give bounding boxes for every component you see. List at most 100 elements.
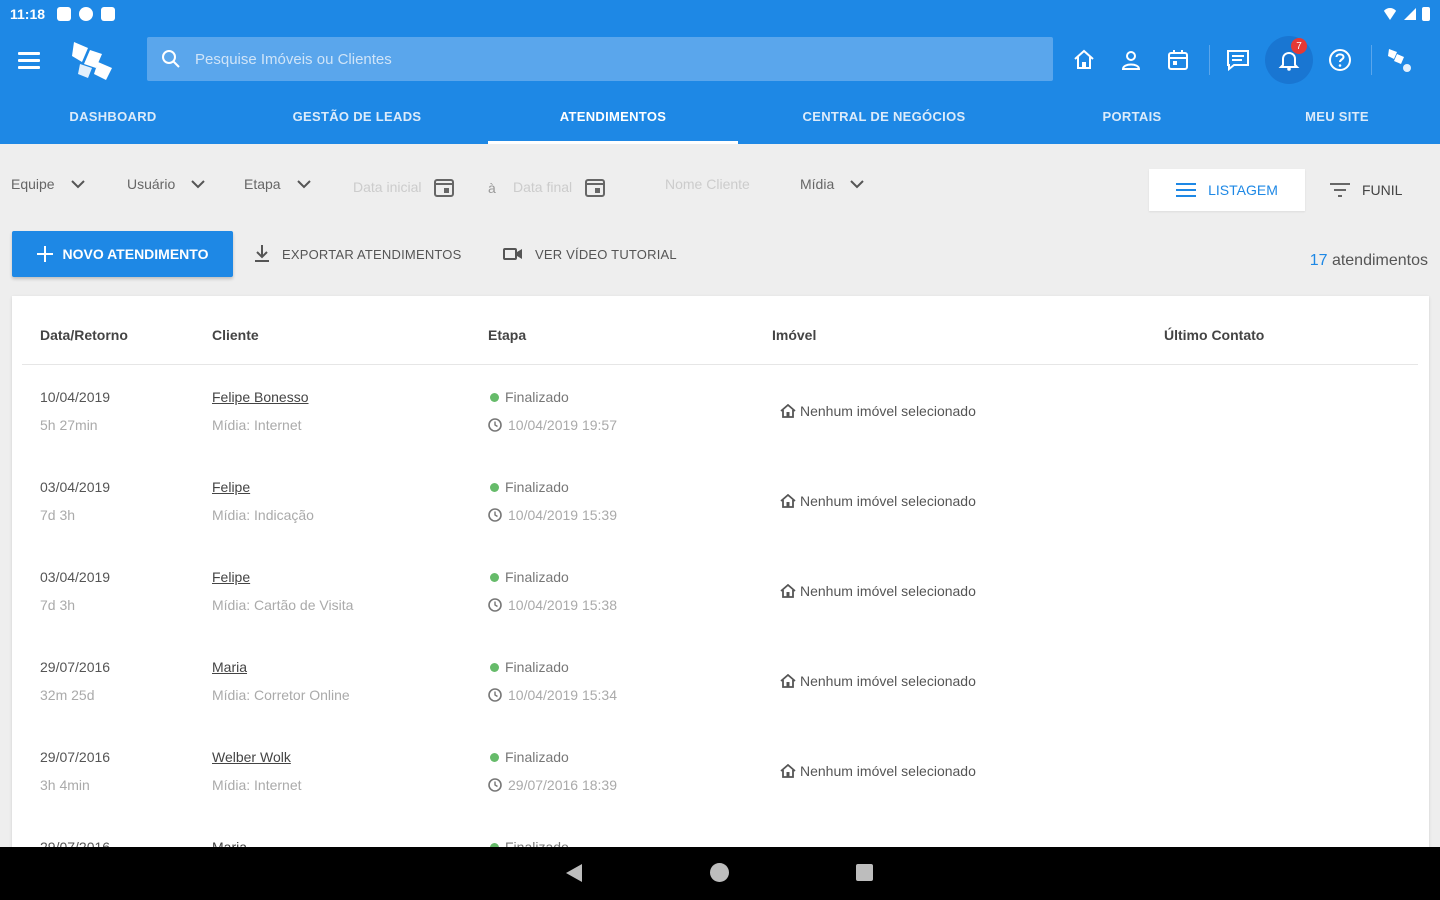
row-timestamp: 10/04/2019 15:34: [488, 687, 617, 703]
table-row[interactable]: 03/04/2019 7d 3h Felipe Mídia: Indicação Fin…: [22, 456, 1418, 546]
row-client-link[interactable]: Maria: [212, 659, 247, 675]
row-timestamp: 29/07/2016 18:39: [488, 777, 617, 793]
recent-apps-icon[interactable]: [856, 864, 873, 881]
video-camera-icon: [503, 248, 522, 260]
status-dot-icon: [490, 482, 499, 492]
table-row[interactable]: 29/07/2016 3h 4min Welber Wolk Mídia: Inter…: [22, 726, 1418, 816]
table-header: Data/Retorno Cliente Etapa Imóvel Último…: [22, 296, 1418, 365]
app-status-icon: [79, 7, 94, 21]
calendar-icon[interactable]: [1158, 40, 1198, 80]
tab-gestao-de-leads[interactable]: GESTÃO DE LEADS: [226, 88, 488, 144]
row-timestamp-label: 29/07/2016 18:39: [508, 777, 617, 793]
funil-toggle[interactable]: FUNIL: [1318, 169, 1414, 211]
data-final-placeholder: Data final: [513, 179, 573, 195]
chevron-down-icon: [70, 179, 85, 188]
status-dot-icon: [490, 392, 499, 402]
novo-atendimento-button[interactable]: NOVO ATENDIMENTO: [12, 231, 233, 277]
row-client-link[interactable]: Felipe Bonesso: [212, 389, 309, 405]
search-input[interactable]: [195, 50, 995, 68]
header-etapa[interactable]: Etapa: [488, 327, 526, 343]
chat-icon[interactable]: [1218, 40, 1258, 80]
download-icon: [255, 245, 269, 262]
tab-meu-site[interactable]: MEU SITE: [1234, 88, 1440, 144]
header-cliente[interactable]: Cliente: [212, 327, 259, 343]
search-bar: [147, 37, 1053, 81]
row-imovel[interactable]: Nenhum imóvel selecionado: [780, 763, 976, 779]
table-row[interactable]: 10/04/2019 5h 27min Felipe Bonesso Mídia: I…: [22, 366, 1418, 456]
row-client-link[interactable]: Felipe: [212, 569, 250, 585]
etapa-select[interactable]: Etapa: [244, 176, 311, 192]
user-icon[interactable]: [1111, 40, 1151, 80]
row-imovel[interactable]: Nenhum imóvel selecionado: [780, 403, 976, 419]
tab-atendimentos[interactable]: ATENDIMENTOS: [488, 88, 738, 144]
header-imovel[interactable]: Imóvel: [772, 327, 816, 343]
profile-logo-icon[interactable]: [1380, 40, 1420, 80]
search-icon: [162, 50, 180, 68]
usuario-label: Usuário: [127, 176, 176, 192]
row-timestamp-label: 10/04/2019 15:39: [508, 507, 617, 523]
battery-icon: [1422, 7, 1430, 21]
row-duration: 5h 27min: [40, 417, 98, 433]
row-stage-label: Finalizado: [505, 389, 569, 405]
exportar-label: EXPORTAR ATENDIMENTOS: [282, 246, 462, 262]
menu-icon[interactable]: [18, 46, 46, 74]
row-client-link[interactable]: Welber Wolk: [212, 749, 291, 765]
help-icon[interactable]: [1320, 40, 1360, 80]
exportar-atendimentos-button[interactable]: EXPORTAR ATENDIMENTOS: [254, 236, 462, 272]
atendimentos-table: Data/Retorno Cliente Etapa Imóvel Último…: [12, 296, 1429, 856]
tab-dashboard[interactable]: DASHBOARD: [0, 88, 226, 144]
row-timestamp-label: 10/04/2019 19:57: [508, 417, 617, 433]
sd-card-icon: [101, 7, 116, 21]
table-row[interactable]: 29/07/2016 32m 25d Maria Mídia: Corretor On…: [22, 636, 1418, 726]
row-stage: Finalizado: [490, 569, 569, 585]
row-imovel[interactable]: Nenhum imóvel selecionado: [780, 673, 976, 689]
listagem-toggle[interactable]: LISTAGEM: [1149, 169, 1305, 211]
row-stage: Finalizado: [490, 749, 569, 765]
nome-cliente-input[interactable]: Nome Cliente: [665, 176, 750, 192]
chevron-down-icon: [191, 179, 205, 188]
main-tabs: DASHBOARD GESTÃO DE LEADS ATENDIMENTOS C…: [0, 88, 1440, 144]
tab-portais[interactable]: PORTAIS: [1030, 88, 1234, 144]
row-timestamp-label: 10/04/2019 15:38: [508, 597, 617, 613]
midia-select[interactable]: Mídia: [800, 176, 864, 192]
row-midia: Mídia: Indicação: [212, 507, 314, 523]
data-inicial-input[interactable]: Data inicial: [353, 176, 455, 198]
home-nav-icon[interactable]: [710, 863, 729, 882]
row-midia: Mídia: Cartão de Visita: [212, 597, 354, 613]
row-stage-label: Finalizado: [505, 569, 569, 585]
house-icon: [780, 584, 796, 598]
row-imovel[interactable]: Nenhum imóvel selecionado: [780, 583, 976, 599]
tab-central-de-negocios[interactable]: CENTRAL DE NEGÓCIOS: [738, 88, 1030, 144]
calendar-icon[interactable]: [433, 176, 455, 198]
row-date: 03/04/2019: [40, 479, 111, 495]
header-ultimo-contato[interactable]: Último Contato: [1164, 327, 1264, 343]
etapa-label: Etapa: [244, 176, 281, 192]
calendar-icon[interactable]: [584, 176, 606, 198]
row-timestamp: 10/04/2019 15:38: [488, 597, 617, 613]
ver-video-tutorial-button[interactable]: VER VÍDEO TUTORIAL: [503, 236, 677, 272]
header-data-retorno[interactable]: Data/Retorno: [40, 327, 128, 343]
row-midia: Mídia: Corretor Online: [212, 687, 350, 703]
wifi-icon: [1382, 8, 1398, 20]
usuario-select[interactable]: Usuário: [127, 176, 205, 192]
app-logo-icon[interactable]: [70, 38, 118, 82]
date-range-separator: à: [488, 180, 496, 196]
back-icon[interactable]: [566, 864, 582, 882]
equipe-select[interactable]: Equipe: [11, 176, 85, 192]
listagem-label: LISTAGEM: [1208, 182, 1278, 198]
midia-label: Mídia: [800, 176, 835, 192]
notification-badge: 7: [1291, 38, 1307, 54]
row-date: 29/07/2016: [40, 659, 111, 675]
row-date: 29/07/2016: [40, 749, 111, 765]
row-imovel[interactable]: Nenhum imóvel selecionado: [780, 493, 976, 509]
home-icon[interactable]: [1064, 40, 1104, 80]
clock-icon: [488, 508, 502, 522]
video-label: VER VÍDEO TUTORIAL: [535, 246, 677, 262]
row-client-link[interactable]: Felipe: [212, 479, 250, 495]
data-final-input[interactable]: Data final: [513, 176, 606, 198]
notifications-bell-icon[interactable]: 7: [1265, 36, 1313, 84]
table-row[interactable]: 03/04/2019 7d 3h Felipe Mídia: Cartão de Vi…: [22, 546, 1418, 636]
count-label: atendimentos: [1331, 252, 1428, 269]
plus-icon: [36, 246, 53, 262]
signal-icon: [1404, 8, 1416, 20]
